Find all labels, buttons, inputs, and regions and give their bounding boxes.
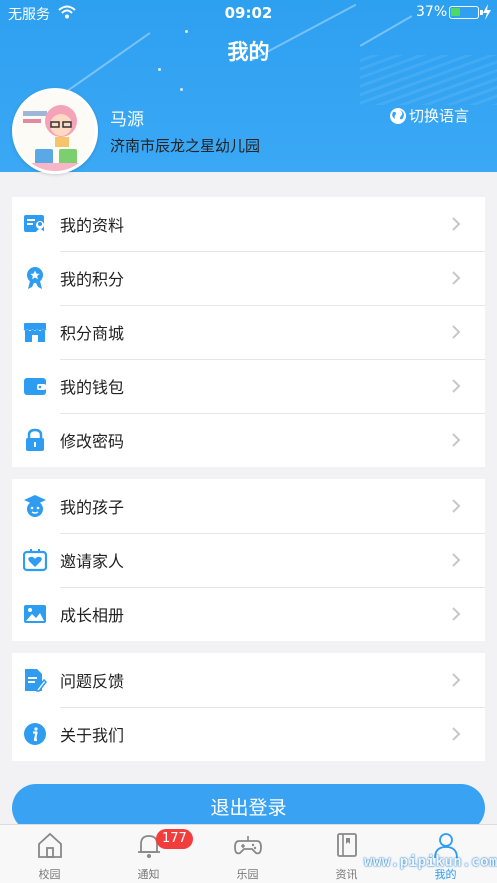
tab-label: 通知: [137, 868, 160, 881]
school-name: 济南市辰龙之星幼儿园: [110, 137, 261, 155]
menu-item-change-password[interactable]: 修改密码: [12, 413, 485, 467]
info-icon: [23, 722, 47, 746]
book-icon: [337, 833, 357, 857]
menu-item-my-children[interactable]: 我的孩子: [12, 479, 485, 533]
page-title: 我的: [227, 40, 270, 64]
profile-card-icon: [23, 212, 47, 236]
menu-item-label: 关于我们: [60, 726, 125, 745]
language-switch-button[interactable]: 切换语言: [389, 105, 469, 126]
menu-item-label: 邀请家人: [60, 552, 125, 571]
watermark: www.pipikun.com: [364, 854, 497, 870]
menu-item-my-points[interactable]: 我的积分: [12, 251, 485, 305]
menu-item-my-profile[interactable]: 我的资料: [12, 197, 485, 251]
menu-group-family: 我的孩子 邀请家人 成长相册: [12, 479, 485, 641]
menu-item-about-us[interactable]: 关于我们: [12, 707, 485, 761]
notification-badge: 177: [156, 829, 193, 849]
photo-album-icon: [23, 602, 47, 626]
chevron-right-icon: [452, 217, 461, 231]
store-icon: [23, 320, 47, 344]
menu-item-label: 修改密码: [60, 432, 125, 451]
menu-item-label: 我的积分: [60, 270, 125, 289]
menu-item-points-store[interactable]: 积分商城: [12, 305, 485, 359]
header-decoration: [180, 88, 183, 91]
avatar[interactable]: [12, 88, 98, 174]
menu-item-label: 成长相册: [60, 606, 125, 625]
avatar-image: [15, 91, 95, 171]
chevron-right-icon: [452, 727, 461, 741]
status-bar: 无服务 09:02 37%: [0, 0, 497, 26]
battery-percent: 37%: [416, 4, 448, 20]
menu-item-feedback[interactable]: 问题反馈: [12, 653, 485, 707]
chevron-right-icon: [452, 271, 461, 285]
menu-group-account: 我的资料 我的积分 积分商城 我的钱包 修改密码: [12, 197, 485, 467]
menu-item-my-wallet[interactable]: 我的钱包: [12, 359, 485, 413]
charging-icon: [483, 4, 491, 20]
menu-item-label: 问题反馈: [60, 672, 125, 691]
menu-item-invite-family[interactable]: 邀请家人: [12, 533, 485, 587]
tab-playground[interactable]: 乐园: [198, 825, 297, 883]
medal-icon: [23, 266, 47, 290]
chevron-right-icon: [452, 325, 461, 339]
language-switch-label: 切换语言: [409, 107, 470, 125]
tab-campus[interactable]: 校园: [0, 825, 99, 883]
lock-icon: [23, 428, 47, 452]
menu-item-label: 我的钱包: [60, 378, 125, 397]
menu-item-label: 积分商城: [60, 324, 125, 343]
chevron-right-icon: [452, 379, 461, 393]
wallet-icon: [23, 374, 47, 398]
tab-label: 乐园: [236, 868, 259, 881]
user-name: 马源: [110, 110, 144, 130]
battery-icon: [449, 6, 483, 19]
globe-icon: [390, 107, 406, 124]
chevron-right-icon: [452, 607, 461, 621]
invite-heart-icon: [23, 548, 47, 572]
menu-item-growth-album[interactable]: 成长相册: [12, 587, 485, 641]
menu-group-support: 问题反馈 关于我们: [12, 653, 485, 761]
menu-item-label: 我的孩子: [60, 498, 125, 517]
home-icon: [38, 832, 62, 858]
header-decoration: [185, 30, 188, 33]
tab-label: 校园: [38, 868, 61, 881]
feedback-doc-icon: [23, 668, 47, 692]
menu-item-label: 我的资料: [60, 216, 125, 235]
gamepad-icon: [234, 836, 262, 855]
child-graduate-icon: [23, 494, 47, 518]
chevron-right-icon: [452, 553, 461, 567]
chevron-right-icon: [452, 673, 461, 687]
tab-notifications[interactable]: 177 通知: [99, 825, 198, 883]
chevron-right-icon: [452, 499, 461, 513]
chevron-right-icon: [452, 433, 461, 447]
header-decoration: [158, 68, 161, 71]
